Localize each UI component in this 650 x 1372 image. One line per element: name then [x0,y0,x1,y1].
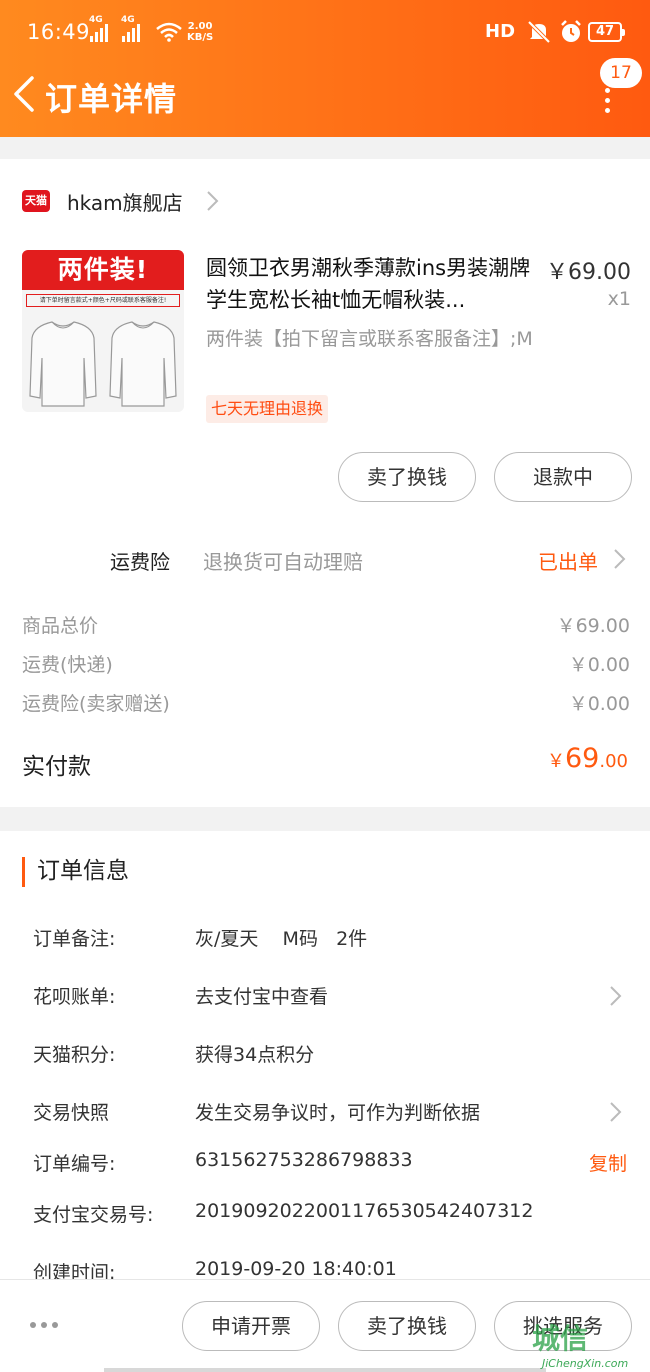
shop-row[interactable]: 天猫 hkam旗舰店 [22,185,183,217]
back-arrow-icon[interactable] [8,74,44,114]
info-key: 支付宝交易号: [33,1204,154,1226]
shipping-insurance-label: 运费险 [110,550,170,574]
fee-value: ￥0.00 [568,654,630,676]
thumb-banner: 两件装! [22,250,184,290]
info-row-points: 天猫积分: 获得34点积分 [33,1040,630,1070]
page-title: 订单详情 [45,80,178,118]
info-row-remark: 订单备注: 灰/夏天 M码 2件 [33,924,630,954]
fee-value: ￥69.00 [556,615,630,637]
product-thumbnail[interactable]: 两件装! 请下单时留言款式+颜色+尺码或联系客服备注! [22,250,184,412]
battery-icon: 47 [588,22,625,42]
fee-row-insurance: 运费险(卖家赠送) ￥0.00 [22,689,630,719]
network-speed: 2.00 KB/S [187,21,214,43]
order-product-card: 天猫 hkam旗舰店 两件装! 请下单时留言款式+颜色+尺码或联系客服备注! 圆… [0,159,650,807]
paid-amount-label: 实付款 [22,754,91,780]
info-value: 获得34点积分 [195,1044,315,1066]
info-key: 天猫积分: [33,1044,116,1066]
info-value: 631562753286798833 [195,1149,413,1171]
info-value[interactable]: 发生交易争议时，可作为判断依据 [195,1098,480,1125]
fee-label: 运费险(卖家赠送) [22,693,170,715]
sell-for-cash-button[interactable]: 卖了换钱 [338,1301,476,1351]
wifi-icon [156,22,182,42]
fee-row-subtotal: 商品总价 ￥69.00 [22,611,630,641]
apply-invoice-button[interactable]: 申请开票 [182,1301,320,1351]
status-bar: 16:49 4G 4G 2.00 KB/S HD 47 [0,0,650,66]
tmall-logo-icon: 天猫 [22,190,50,212]
thumb-subline: 请下单时留言款式+颜色+尺码或联系客服备注! [26,294,180,307]
shop-name[interactable]: hkam旗舰店 [67,187,183,216]
sweatshirt-image [29,321,177,407]
info-key: 订单备注: [33,928,116,950]
fee-value: ￥0.00 [568,693,630,715]
product-quantity: x1 [607,288,631,310]
more-menu-icon[interactable] [601,88,613,114]
product-title[interactable]: 圆领卫衣男潮秋季薄款ins男装潮牌学生宽松长袖t恤无帽秋装... [206,252,536,316]
shipping-insurance-desc: 退换货可自动理赔 [203,550,363,574]
copy-button[interactable]: 复制 [589,1149,627,1176]
sell-for-cash-button[interactable]: 卖了换钱 [338,452,476,502]
more-actions-icon[interactable] [30,1322,60,1332]
chevron-right-icon[interactable] [613,547,627,571]
info-value: 灰/夏天 M码 2件 [195,928,368,950]
info-value: 2019092022001176530542407312 [195,1200,534,1222]
info-row-order-number: 订单编号: 631562753286798833 复制 [33,1149,630,1179]
hd-indicator: HD [485,21,516,42]
chevron-right-icon[interactable] [609,1100,623,1124]
status-time: 16:49 [27,20,91,44]
alarm-icon [561,20,581,42]
info-key: 交易快照 [33,1102,110,1124]
product-price: ￥69.00 [546,260,631,285]
signal-icon [90,22,108,42]
info-value: 2019-09-20 18:40:01 [195,1258,397,1280]
top-bar: 16:49 4G 4G 2.00 KB/S HD 47 订单详情 17 [0,0,650,137]
info-row-huabei[interactable]: 花呗账单: 去支付宝中查看 [33,982,630,1012]
chevron-right-icon[interactable] [609,984,623,1008]
info-row-alipay-number: 支付宝交易号: 2019092022001176530542407312 [33,1200,630,1230]
chevron-right-icon[interactable] [205,189,221,213]
shipping-insurance-status[interactable]: 已出单 [538,546,598,575]
fee-row-shipping: 运费(快递) ￥0.00 [22,650,630,680]
info-value[interactable]: 去支付宝中查看 [195,982,328,1009]
site-watermark: 城信 JiChengXin.com [532,1322,629,1370]
info-row-snapshot[interactable]: 交易快照 发生交易争议时，可作为判断依据 [33,1098,630,1128]
fee-label: 商品总价 [22,615,99,637]
refund-status-button[interactable]: 退款中 [494,452,632,502]
fee-label: 运费(快递) [22,654,113,676]
return-policy-badge: 七天无理由退换 [206,395,329,423]
scroll-indicator [104,1368,546,1372]
info-key: 花呗账单: [33,986,116,1008]
message-badge[interactable]: 17 [600,58,642,88]
paid-amount-value: ￥69.00 [547,743,628,774]
product-sku: 两件装【拍下留言或联系客服备注】;M [206,328,533,350]
signal-icon [122,22,140,42]
mute-icon [527,20,551,44]
info-key: 订单编号: [33,1153,116,1175]
section-title: 订单信息 [22,857,129,887]
